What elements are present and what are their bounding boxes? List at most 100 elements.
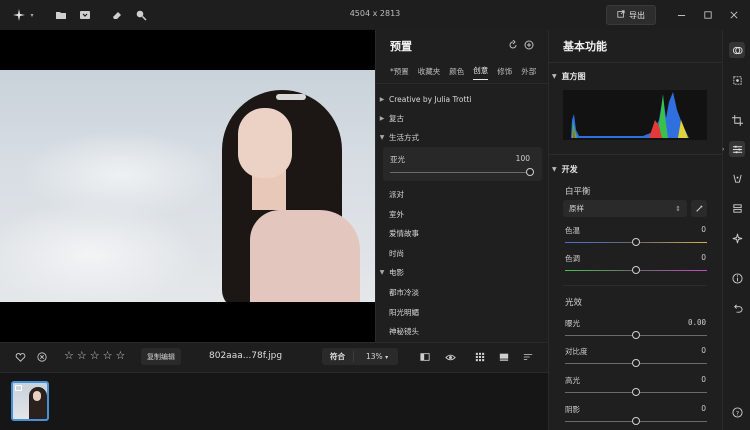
star-icon[interactable]: ☆	[77, 350, 87, 362]
tab-presets[interactable]: *预置	[390, 66, 409, 80]
compare-icon[interactable]	[418, 350, 432, 364]
add-preset-icon[interactable]	[524, 40, 534, 50]
filmstrip-view-icon[interactable]	[497, 350, 511, 364]
filmstrip	[0, 372, 548, 430]
fit-button[interactable]: 符合	[322, 351, 354, 362]
ai-select-icon[interactable]	[729, 72, 745, 88]
undo-history-icon[interactable]	[729, 300, 745, 316]
save-image-icon[interactable]	[78, 8, 92, 22]
exposure-label: 曝光	[565, 319, 580, 328]
temperature-slider-handle[interactable]	[632, 238, 640, 246]
preset-group-julia-trotti[interactable]: ▶ Creative by Julia Trotti	[375, 91, 548, 107]
star-icon[interactable]: ☆	[103, 350, 113, 362]
eye-icon[interactable]	[443, 350, 457, 364]
preset-panel-title: 预置	[390, 40, 412, 53]
reject-icon[interactable]	[35, 350, 49, 364]
preset-strength-slider[interactable]	[390, 172, 530, 173]
shadows-slider-handle[interactable]	[632, 417, 640, 425]
svg-text:?: ?	[735, 409, 738, 417]
layers-icon[interactable]	[729, 200, 745, 216]
filmstrip-thumbnail-selected[interactable]	[11, 381, 49, 421]
develop-section-header[interactable]: ▼ 开发	[552, 164, 578, 175]
star-icon[interactable]: ☆	[64, 350, 74, 362]
presets-tool-icon[interactable]	[729, 42, 745, 58]
file-name: 802aaa...78f.jpg	[209, 351, 283, 361]
photo-preview[interactable]	[0, 70, 375, 302]
star-icon[interactable]: ☆	[116, 350, 126, 362]
light-section-label: 光效	[565, 298, 583, 308]
tab-color[interactable]: 颜色	[449, 66, 464, 80]
chevron-down-icon: ▾	[385, 354, 389, 361]
chevron-down-icon: ▼	[552, 73, 557, 80]
preset-strength-slider-handle[interactable]	[526, 168, 534, 176]
tint-slider-handle[interactable]	[632, 266, 640, 274]
contrast-label: 对比度	[565, 347, 588, 356]
highlights-label: 高光	[565, 376, 580, 385]
tab-creative[interactable]: 创意	[473, 65, 489, 80]
crop-icon[interactable]	[729, 112, 745, 128]
zoom-control: 符合 13% ▾	[322, 348, 398, 365]
shadows-value: 0	[701, 404, 706, 413]
preset-group-film[interactable]: ▼ 电影	[375, 264, 548, 280]
basic-panel-title: 基本功能	[563, 40, 607, 53]
tab-favorites[interactable]: 收藏夹	[418, 66, 441, 80]
tab-retouch[interactable]: 修饰	[497, 66, 512, 80]
white-balance-label: 白平衡	[565, 187, 591, 197]
edited-badge-icon	[15, 385, 22, 391]
eyedropper-icon[interactable]	[691, 200, 707, 217]
star-icon[interactable]: ☆	[90, 350, 100, 362]
adjust-sliders-icon[interactable]	[729, 141, 745, 157]
eraser-icon[interactable]	[110, 8, 124, 22]
histogram-section-header[interactable]: ▼ 直方图	[552, 71, 586, 82]
export-button[interactable]: 导出	[606, 5, 656, 25]
preset-item-label: 亚光	[390, 155, 405, 164]
folder-icon[interactable]	[54, 8, 68, 22]
heart-icon[interactable]	[13, 350, 27, 364]
tint-label: 色调	[565, 254, 580, 263]
image-canvas[interactable]	[0, 30, 375, 342]
close-icon[interactable]	[727, 8, 741, 22]
tab-external[interactable]: 外部	[521, 66, 536, 80]
retouch-face-icon[interactable]	[729, 170, 745, 186]
temperature-label: 色温	[565, 226, 580, 235]
title-bar: ▾ 4504 x 2813 导出	[0, 0, 750, 30]
maximize-icon[interactable]	[701, 8, 715, 22]
preset-group-lifestyle[interactable]: ▼ 生活方式	[375, 129, 548, 145]
export-label: 导出	[629, 10, 645, 20]
preset-item-love-story[interactable]: 爱情故事	[375, 225, 548, 241]
effects-sparkle-icon[interactable]	[729, 230, 745, 246]
app-logo-icon[interactable]	[12, 8, 26, 22]
temperature-value: 0	[701, 225, 706, 234]
highlights-value: 0	[701, 375, 706, 384]
highlights-slider-handle[interactable]	[632, 388, 640, 396]
exposure-slider-handle[interactable]	[632, 331, 640, 339]
help-icon[interactable]: ?	[729, 404, 745, 420]
copy-edit-button[interactable]: 复制编辑	[141, 348, 181, 365]
sort-icon[interactable]	[521, 350, 535, 364]
preset-item-matte-selected[interactable]	[383, 147, 542, 181]
preset-item-fashion[interactable]: 时尚	[375, 245, 548, 261]
preset-tabs: *预置 收藏夹 颜色 创意 修饰 外部	[375, 62, 548, 84]
preset-item-outdoor[interactable]: 室外	[375, 206, 548, 222]
minimize-icon[interactable]	[674, 8, 688, 22]
preset-item-party[interactable]: 派对	[375, 186, 548, 202]
magic-search-icon[interactable]	[134, 8, 148, 22]
chevron-down-icon[interactable]: ▾	[28, 8, 36, 22]
exposure-value: 0.00	[687, 318, 706, 327]
star-rating[interactable]: ☆ ☆ ☆ ☆ ☆	[64, 350, 125, 362]
zoom-select[interactable]: 13% ▾	[354, 352, 388, 361]
reset-icon[interactable]	[508, 39, 518, 50]
chevron-down-icon: ▼	[552, 166, 557, 173]
contrast-slider-handle[interactable]	[632, 359, 640, 367]
preset-item-mystery-lens[interactable]: 神秘镜头	[375, 323, 548, 339]
collapse-arrow-icon[interactable]: ›	[722, 146, 726, 154]
preset-item-urban-cool[interactable]: 都市冷淡	[375, 284, 548, 300]
grid-view-icon[interactable]	[473, 350, 487, 364]
preset-item-sunny[interactable]: 阳光明媚	[375, 304, 548, 320]
photo-editor-app: ▾ 4504 x 2813 导出 预置 *预置 收藏夹 颜色 创意 修饰 外部 …	[0, 0, 750, 430]
preset-group-vintage[interactable]: ▶ 复古	[375, 110, 548, 126]
tint-value: 0	[701, 253, 706, 262]
white-balance-select[interactable]: 原样 ⇕	[563, 200, 687, 217]
chevron-right-icon: ▶	[379, 95, 385, 103]
info-icon[interactable]	[729, 270, 745, 286]
